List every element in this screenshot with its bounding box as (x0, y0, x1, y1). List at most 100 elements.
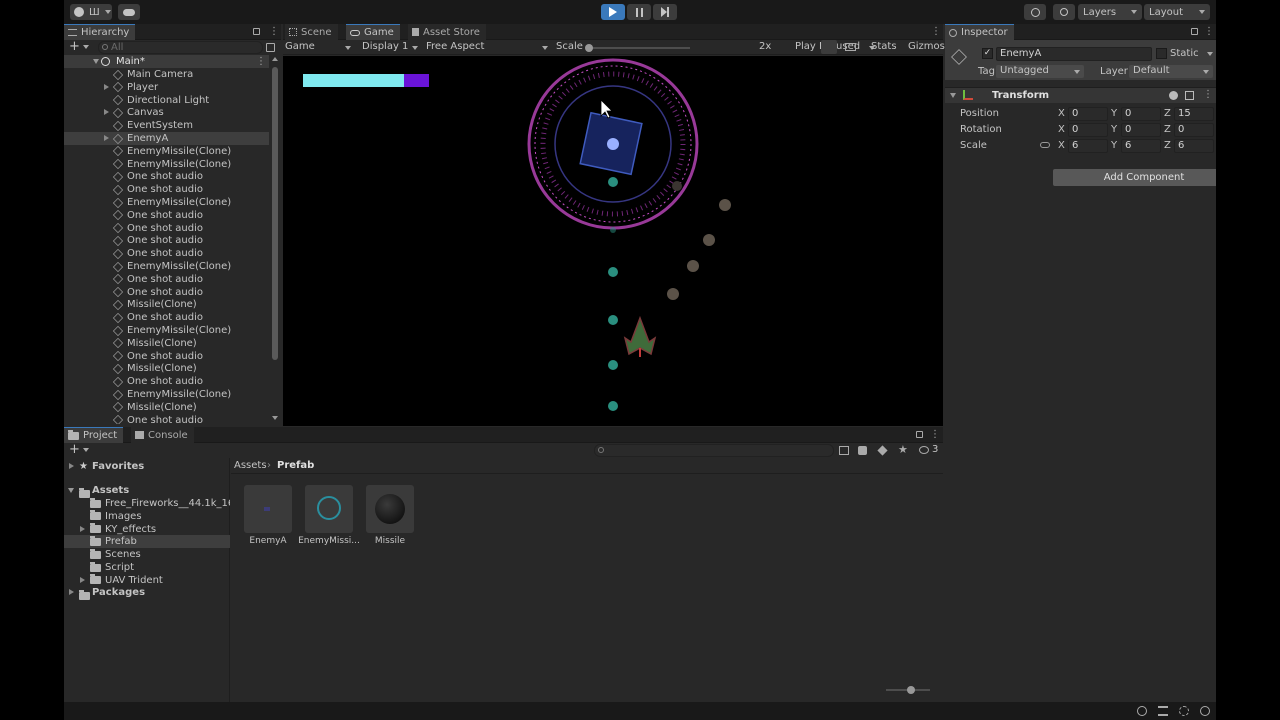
transform-x-field[interactable]: 6 (1068, 139, 1108, 153)
hierarchy-item[interactable]: Missile(Clone) (64, 401, 269, 414)
cloud-button[interactable] (118, 4, 140, 20)
bug-icon[interactable] (1137, 706, 1147, 716)
play-button[interactable] (601, 4, 625, 20)
tab-scene[interactable]: Scene (285, 24, 338, 40)
active-checkbox[interactable]: ✓ (982, 48, 993, 59)
chevron-down-icon[interactable] (83, 448, 89, 452)
view-mode-dropdown[interactable]: Game (285, 41, 353, 52)
hierarchy-item[interactable]: EnemyMissile(Clone) (64, 324, 269, 337)
chevron-down-icon[interactable] (1207, 52, 1213, 56)
help-icon[interactable] (1169, 91, 1178, 100)
hierarchy-item[interactable]: EnemyMissile(Clone) (64, 158, 269, 171)
favorite-star-icon[interactable]: ★ (898, 443, 908, 456)
tag-dropdown[interactable]: Untagged (996, 65, 1084, 78)
hierarchy-item[interactable]: Missile(Clone) (64, 362, 269, 375)
hierarchy-item[interactable]: Player (64, 81, 269, 94)
hierarchy-item[interactable]: Canvas (64, 106, 269, 119)
assets-root-row[interactable]: Assets (64, 484, 230, 498)
hierarchy-item[interactable]: One shot audio (64, 350, 269, 363)
project-folder-item[interactable]: UAV Trident (64, 574, 230, 587)
packages-row[interactable]: Packages (64, 586, 230, 600)
tab-asset-store[interactable]: Asset Store (408, 24, 486, 40)
hierarchy-item[interactable]: EnemyMissile(Clone) (64, 196, 269, 209)
project-search-input[interactable] (594, 444, 834, 457)
pause-button[interactable] (627, 4, 651, 20)
hierarchy-item[interactable]: EnemyMissile(Clone) (64, 145, 269, 158)
chevron-right-icon[interactable] (104, 109, 109, 116)
hierarchy-item[interactable]: Directional Light (64, 94, 269, 107)
hierarchy-item[interactable]: Main Camera (64, 68, 269, 81)
preset-icon[interactable] (1185, 91, 1194, 100)
transform-z-field[interactable]: 15 (1174, 107, 1214, 121)
asset-thumb-enemymissile[interactable] (305, 485, 353, 533)
transform-header[interactable]: Transform ⋮ (945, 87, 1216, 103)
gizmos-dropdown[interactable]: Gizmos (908, 41, 945, 52)
hierarchy-item[interactable]: One shot audio (64, 414, 269, 424)
aspect-dropdown[interactable]: Free Aspect (426, 41, 550, 52)
layout-dropdown[interactable]: Layout (1144, 4, 1210, 20)
breadcrumb-prefab[interactable]: Prefab (277, 460, 314, 471)
hierarchy-search-input[interactable]: All (98, 41, 263, 54)
transform-y-field[interactable]: 0 (1121, 107, 1161, 121)
chevron-down-icon[interactable] (83, 45, 89, 49)
tab-inspector[interactable]: Inspector (945, 24, 1014, 40)
object-name-field[interactable]: EnemyA (996, 47, 1152, 61)
lock-icon[interactable] (916, 431, 923, 438)
thumbnail-size-thumb[interactable] (907, 686, 915, 694)
hierarchy-item[interactable]: One shot audio (64, 234, 269, 247)
lock-icon[interactable] (1191, 28, 1198, 35)
history-button[interactable] (1024, 4, 1046, 20)
kebab-menu-icon[interactable]: ⋮ (1204, 26, 1214, 37)
hierarchy-item[interactable]: Missile(Clone) (64, 298, 269, 311)
asset-thumb-enemya[interactable] (244, 485, 292, 533)
chevron-right-icon[interactable] (80, 525, 85, 532)
transform-y-field[interactable]: 6 (1121, 139, 1161, 153)
link-icon[interactable] (1040, 142, 1050, 148)
transform-x-field[interactable]: 0 (1068, 107, 1108, 121)
account-button[interactable]: Ш (70, 4, 112, 20)
search-by-label-icon[interactable] (858, 446, 867, 455)
hierarchy-item[interactable]: One shot audio (64, 183, 269, 196)
transform-y-field[interactable]: 0 (1121, 123, 1161, 137)
project-folder-item[interactable]: KY_effects (64, 523, 230, 536)
tab-hierarchy[interactable]: Hierarchy (64, 24, 136, 40)
display-dropdown[interactable]: Display 1 (362, 41, 420, 52)
scrollbar-thumb[interactable] (272, 67, 278, 360)
tab-project[interactable]: Project (64, 427, 124, 443)
hidden-packages-icon[interactable] (919, 446, 929, 454)
add-icon[interactable]: + (69, 39, 80, 54)
chevron-right-icon[interactable] (104, 135, 109, 141)
lock-icon[interactable] (253, 28, 260, 35)
asset-thumb-missile[interactable] (366, 485, 414, 533)
add-component-button[interactable]: Add Component (1053, 169, 1216, 186)
hierarchy-item[interactable]: One shot audio (64, 170, 269, 183)
transform-z-field[interactable]: 0 (1174, 123, 1214, 137)
favorites-row[interactable]: ★ Favorites (64, 460, 230, 473)
hierarchy-item[interactable]: One shot audio (64, 375, 269, 388)
hierarchy-item[interactable]: EnemyMissile(Clone) (64, 388, 269, 401)
project-folder-item[interactable]: Images (64, 510, 230, 523)
search-button[interactable] (1053, 4, 1075, 20)
layers-stack-icon[interactable] (1158, 706, 1168, 716)
search-by-type-icon[interactable] (839, 446, 849, 455)
hierarchy-item[interactable]: One shot audio (64, 286, 269, 299)
hierarchy-scrollbar[interactable] (271, 57, 279, 424)
scale-slider[interactable] (585, 44, 690, 52)
hierarchy-item[interactable]: EnemyA (64, 132, 269, 145)
hierarchy-item[interactable]: One shot audio (64, 311, 269, 324)
game-viewport[interactable] (283, 56, 943, 426)
kebab-menu-icon[interactable]: ⋮ (256, 55, 266, 68)
kebab-menu-icon[interactable]: ⋮ (1203, 89, 1213, 100)
stats-button[interactable]: Stats (871, 41, 897, 52)
transform-x-field[interactable]: 0 (1068, 123, 1108, 137)
tag-icon[interactable] (877, 445, 888, 456)
add-icon[interactable]: + (69, 442, 80, 457)
chevron-right-icon[interactable] (104, 83, 109, 90)
project-folder-item[interactable]: Scenes (64, 548, 230, 561)
grid-layout-icon[interactable] (845, 43, 856, 51)
chevron-right-icon[interactable] (80, 576, 85, 583)
layer-dropdown[interactable]: Default (1129, 65, 1213, 78)
hierarchy-item[interactable]: One shot audio (64, 209, 269, 222)
tab-game[interactable]: Game (346, 24, 400, 40)
project-folder-item[interactable]: Free_Fireworks__44.1k_16bit (64, 497, 230, 510)
